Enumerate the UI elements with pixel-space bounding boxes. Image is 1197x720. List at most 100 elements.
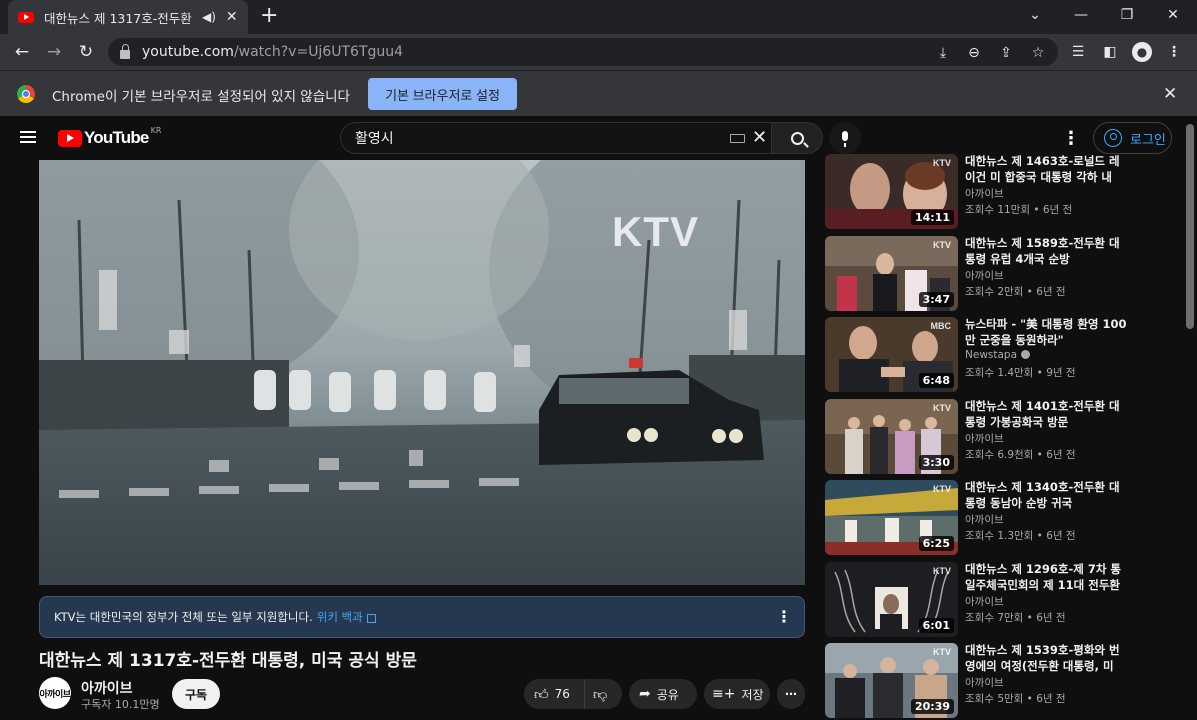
recommendation-item[interactable]: KTV 6:01 대한뉴스 제 1296호-제 7차 통일주체국민회의 제 11…: [825, 562, 1180, 638]
notice-text: KTV는 대한민국의 정부가 전체 또는 일부 지원합니다.: [54, 610, 313, 624]
recommendation-channel[interactable]: 아까이브: [965, 186, 1004, 201]
share-icon[interactable]: ⇪: [997, 44, 1015, 62]
side-panel-icon[interactable]: ◧: [1100, 42, 1120, 62]
page-scrollbar[interactable]: [1186, 124, 1194, 329]
thumbs-up-icon: 👍︎: [534, 686, 549, 703]
notice-more-icon[interactable]: ⋮: [776, 607, 792, 626]
video-duration: 6:25: [918, 536, 954, 551]
upload-age: 6년 전: [1036, 612, 1066, 624]
forward-button[interactable]: →: [42, 40, 66, 64]
video-thumbnail[interactable]: KTV 6:25: [825, 480, 958, 555]
voice-search-button[interactable]: [829, 122, 861, 154]
browser-toolbar: ← → ↻ youtube.com/watch?v=Uj6UT6Tguu4 ⤓ …: [0, 34, 1197, 70]
recommendation-title[interactable]: 대한뉴스 제 1401호-전두환 대통령 가봉공화국 방문: [965, 399, 1130, 430]
media-control-icon[interactable]: ☰: [1068, 42, 1088, 62]
more-actions-button[interactable]: ⋯: [777, 679, 805, 709]
new-tab-button[interactable]: +: [260, 5, 278, 27]
set-default-browser-button[interactable]: 기본 브라우저로 설정: [368, 78, 517, 110]
chrome-menu-icon[interactable]: ⋮: [1164, 42, 1184, 62]
back-button[interactable]: ←: [10, 40, 34, 64]
video-thumbnail[interactable]: KTV 20:39: [825, 643, 958, 718]
recommendation-title[interactable]: 대한뉴스 제 1539호-평화와 번영에의 여정(전두환 대통령, 미합...: [965, 643, 1130, 674]
share-label: 공유: [656, 687, 679, 702]
recommendation-item[interactable]: MBC 6:48 뉴스타파 - "美 대통령 환영 100만 군중을 동원하라"…: [825, 317, 1180, 393]
channel-label: Newstapa: [965, 349, 1018, 361]
like-button[interactable]: 👍︎ 76: [524, 679, 584, 709]
recommendation-title[interactable]: 뉴스타파 - "美 대통령 환영 100만 군중을 동원하라"(2014.3.2…: [965, 317, 1130, 348]
recommendation-title[interactable]: 대한뉴스 제 1463호-로널드 레이건 미 합중국 대통령 각하 내외...: [965, 154, 1130, 185]
minimize-button[interactable]: —: [1058, 0, 1104, 30]
thumbnail-badge: KTV: [933, 158, 951, 168]
recommendation-meta: 조회수 1.3만회 • 6년 전: [965, 530, 1076, 542]
recommendation-item[interactable]: KTV 3:30 대한뉴스 제 1401호-전두환 대통령 가봉공화국 방문 아…: [825, 399, 1180, 475]
youtube-logo[interactable]: YouTube KR: [58, 126, 161, 148]
video-duration: 6:01: [918, 618, 954, 633]
dislike-button[interactable]: 👎︎: [584, 679, 622, 709]
share-arrow-icon: ➦: [639, 686, 651, 702]
recommendation-channel[interactable]: 아까이브: [965, 268, 1004, 283]
video-thumbnail[interactable]: MBC 6:48: [825, 317, 958, 392]
recommendation-channel[interactable]: Newstapa: [965, 349, 1031, 361]
bookmark-star-icon[interactable]: ☆: [1029, 44, 1047, 62]
close-window-button[interactable]: ✕: [1150, 0, 1196, 30]
recommendation-title[interactable]: 대한뉴스 제 1589호-전두환 대통령 유럽 4개국 순방: [965, 236, 1130, 267]
browser-tab[interactable]: 대한뉴스 제 1317호-전두환 ◀) ✕: [8, 0, 248, 34]
video-player[interactable]: KTV: [39, 160, 805, 585]
video-duration: 14:11: [910, 210, 954, 225]
share-button[interactable]: ➦ 공유: [629, 679, 697, 709]
channel-avatar[interactable]: 아까이브: [39, 677, 71, 709]
address-bar[interactable]: youtube.com/watch?v=Uj6UT6Tguu4 ⤓ ⊖ ⇪ ☆: [108, 38, 1058, 66]
restore-button[interactable]: ❐: [1104, 0, 1150, 30]
view-count: 조회수 7만회: [965, 612, 1024, 624]
recommendation-title[interactable]: 대한뉴스 제 1340호-전두환 대통령 동남아 순방 귀국: [965, 480, 1130, 511]
subscriber-count: 구독자 10.1만명: [81, 698, 160, 711]
sign-in-button[interactable]: 로그인: [1093, 122, 1172, 154]
recommendation-title[interactable]: 대한뉴스 제 1296호-제 7차 통일주체국민회의 제 11대 전두환 ...: [965, 562, 1130, 593]
search-query: 활영시: [355, 131, 394, 147]
recommendation-channel[interactable]: 아까이브: [965, 431, 1004, 446]
save-button[interactable]: ≡+ 저장: [704, 679, 770, 709]
wikipedia-link[interactable]: 위키 백과: [317, 609, 363, 625]
view-count: 조회수 11만회: [965, 204, 1030, 216]
funding-notice: KTV는 대한민국의 정부가 전체 또는 일부 지원합니다. 위키 백과 ⋮: [39, 596, 805, 638]
video-duration: 3:30: [918, 455, 954, 470]
video-thumbnail[interactable]: KTV 14:11: [825, 154, 958, 229]
guide-menu-icon[interactable]: [20, 131, 36, 143]
profile-avatar-icon[interactable]: ●: [1132, 42, 1152, 62]
video-thumbnail[interactable]: KTV 3:47: [825, 236, 958, 311]
recommendation-item[interactable]: KTV 3:47 대한뉴스 제 1589호-전두환 대통령 유럽 4개국 순방 …: [825, 236, 1180, 312]
video-duration: 20:39: [910, 699, 954, 714]
lock-icon[interactable]: [120, 43, 130, 59]
clear-search-icon[interactable]: ✕: [752, 127, 767, 148]
tab-close-icon[interactable]: ✕: [226, 9, 238, 25]
search-button[interactable]: [771, 122, 823, 154]
search-icon: [790, 131, 804, 145]
thumbnail-badge: KTV: [933, 647, 951, 657]
audio-playing-icon[interactable]: ◀): [202, 10, 216, 24]
subscribe-button[interactable]: 구독: [172, 679, 220, 709]
upload-age: 6년 전: [1042, 204, 1073, 216]
recommendation-item[interactable]: KTV 20:39 대한뉴스 제 1539호-평화와 번영에의 여정(전두환 대…: [825, 643, 1180, 719]
view-count: 조회수 6.9천회: [965, 449, 1034, 461]
recommendation-item[interactable]: KTV 14:11 대한뉴스 제 1463호-로널드 레이건 미 합중국 대통령…: [825, 154, 1180, 230]
video-thumbnail[interactable]: KTV 3:30: [825, 399, 958, 474]
settings-menu-icon[interactable]: ⋮: [1062, 128, 1080, 149]
recommendation-item[interactable]: KTV 6:25 대한뉴스 제 1340호-전두환 대통령 동남아 순방 귀국 …: [825, 480, 1180, 556]
recommendation-channel[interactable]: 아까이브: [965, 675, 1004, 690]
tab-strip: 대한뉴스 제 1317호-전두환 ◀) ✕ + ⌄ — ❐ ✕: [0, 0, 1197, 34]
keyboard-icon[interactable]: [730, 134, 745, 143]
search-input[interactable]: 활영시 ✕: [340, 122, 772, 154]
recommendation-channel[interactable]: 아까이브: [965, 512, 1004, 527]
url-host: youtube.com: [142, 44, 234, 60]
reload-button[interactable]: ↻: [74, 40, 98, 64]
channel-name[interactable]: 아까이브: [81, 678, 133, 698]
zoom-icon[interactable]: ⊖: [965, 44, 983, 62]
install-app-icon[interactable]: ⤓: [934, 44, 952, 62]
upload-age: 9년 전: [1046, 367, 1076, 379]
infobar-close-icon[interactable]: ✕: [1163, 84, 1177, 104]
verified-badge-icon: [1021, 350, 1031, 359]
video-thumbnail[interactable]: KTV 6:01: [825, 562, 958, 637]
recommendation-channel[interactable]: 아까이브: [965, 594, 1004, 609]
upload-age: 6년 전: [1046, 530, 1076, 542]
tab-search-icon[interactable]: ⌄: [1012, 0, 1058, 30]
